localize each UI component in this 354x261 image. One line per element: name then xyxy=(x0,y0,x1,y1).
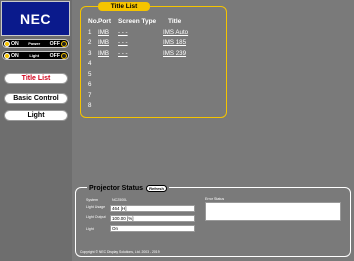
copyright-text: Copyright © NEC Display Solutions, Ltd. … xyxy=(80,250,160,254)
light-status-label: Light xyxy=(86,227,94,231)
power-on-button[interactable]: ON xyxy=(4,40,19,47)
light-status-field: On xyxy=(110,225,195,232)
table-row: 7 xyxy=(88,90,226,101)
radio-off-icon xyxy=(61,52,67,59)
row-number: 4 xyxy=(88,60,92,68)
projector-status-panel: Projector Status Refresh System NC2500L … xyxy=(75,184,351,257)
nec-logo: NEC xyxy=(1,1,70,36)
radio-off-icon xyxy=(60,40,67,47)
radio-on-icon xyxy=(4,52,10,59)
row-title-link[interactable]: IMS 239 xyxy=(163,50,186,57)
radio-on-icon xyxy=(4,40,10,47)
logo-text: NEC xyxy=(19,10,52,27)
table-row: 1 IMB - - - IMS Auto xyxy=(88,27,226,38)
nav-light-button[interactable]: Light xyxy=(4,110,68,121)
light-output-field: 100.00 [%] xyxy=(110,215,195,222)
row-number: 5 xyxy=(88,70,92,78)
system-value: NC2500L xyxy=(112,198,128,202)
light-on-label: ON xyxy=(11,52,19,59)
table-row: 2 IMB - - - IMS 185 xyxy=(88,38,226,49)
sidebar: NEC ON Power OFF ON Light OFF Title List… xyxy=(0,0,72,261)
header-title: Title xyxy=(168,18,182,25)
title-list-tab: Title List xyxy=(98,2,150,11)
refresh-button[interactable]: Refresh xyxy=(146,185,167,192)
main-area: Title List No. Port Screen Type Title 1 … xyxy=(72,0,354,261)
row-number: 7 xyxy=(88,91,92,99)
row-title-link[interactable]: IMS 185 xyxy=(163,39,186,46)
error-status-label: Error Status xyxy=(205,197,225,201)
title-list-panel: Title List No. Port Screen Type Title 1 … xyxy=(80,2,227,118)
power-off-label: OFF xyxy=(49,40,60,47)
table-row: 4 xyxy=(88,59,226,70)
light-off-button[interactable]: OFF xyxy=(49,52,67,59)
row-port-link[interactable]: IMB xyxy=(98,50,118,57)
error-status-field xyxy=(205,202,341,221)
light-usage-field: 464 [H] xyxy=(110,205,195,212)
header-screen-type: Screen Type xyxy=(118,18,157,25)
light-label: Light xyxy=(29,53,40,58)
power-toggle: ON Power OFF xyxy=(2,39,69,48)
row-screen-type-link[interactable]: - - - xyxy=(118,39,163,46)
nav-basic-control-button[interactable]: Basic Control xyxy=(4,93,68,104)
table-row: 6 xyxy=(88,80,226,91)
title-list-rows: 1 IMB - - - IMS Auto 2 IMB - - - IMS 185… xyxy=(88,27,226,111)
row-screen-type-link[interactable]: - - - xyxy=(118,50,163,57)
title-list-header: No. Port Screen Type Title xyxy=(88,18,198,25)
row-number: 1 xyxy=(88,28,92,36)
projector-status-heading: Projector Status Refresh xyxy=(87,184,169,193)
table-row: 3 IMB - - - IMS 239 xyxy=(88,48,226,59)
power-on-label: ON xyxy=(11,40,19,47)
header-no: No. xyxy=(88,18,99,25)
light-output-label: Light Output xyxy=(86,215,106,219)
row-port-link[interactable]: IMB xyxy=(98,29,118,36)
row-number: 6 xyxy=(88,81,92,89)
power-off-button[interactable]: OFF xyxy=(49,40,67,47)
table-row: 8 xyxy=(88,101,226,112)
row-port-link[interactable]: IMB xyxy=(98,39,118,46)
nav-title-list-button[interactable]: Title List xyxy=(4,73,68,84)
light-on-button[interactable]: ON xyxy=(4,52,19,59)
light-usage-label: Light Usage xyxy=(86,205,106,209)
row-title-link[interactable]: IMS Auto xyxy=(163,29,188,36)
light-toggle: ON Light OFF xyxy=(2,51,69,60)
projector-status-title: Projector Status xyxy=(89,185,144,192)
table-row: 5 xyxy=(88,69,226,80)
row-number: 2 xyxy=(88,39,92,47)
row-number: 3 xyxy=(88,49,92,57)
header-port: Port xyxy=(98,18,111,25)
row-screen-type-link[interactable]: - - - xyxy=(118,29,163,36)
power-label: Power xyxy=(28,41,41,46)
row-number: 8 xyxy=(88,102,92,110)
system-label: System xyxy=(86,198,98,202)
light-off-label: OFF xyxy=(49,52,60,59)
